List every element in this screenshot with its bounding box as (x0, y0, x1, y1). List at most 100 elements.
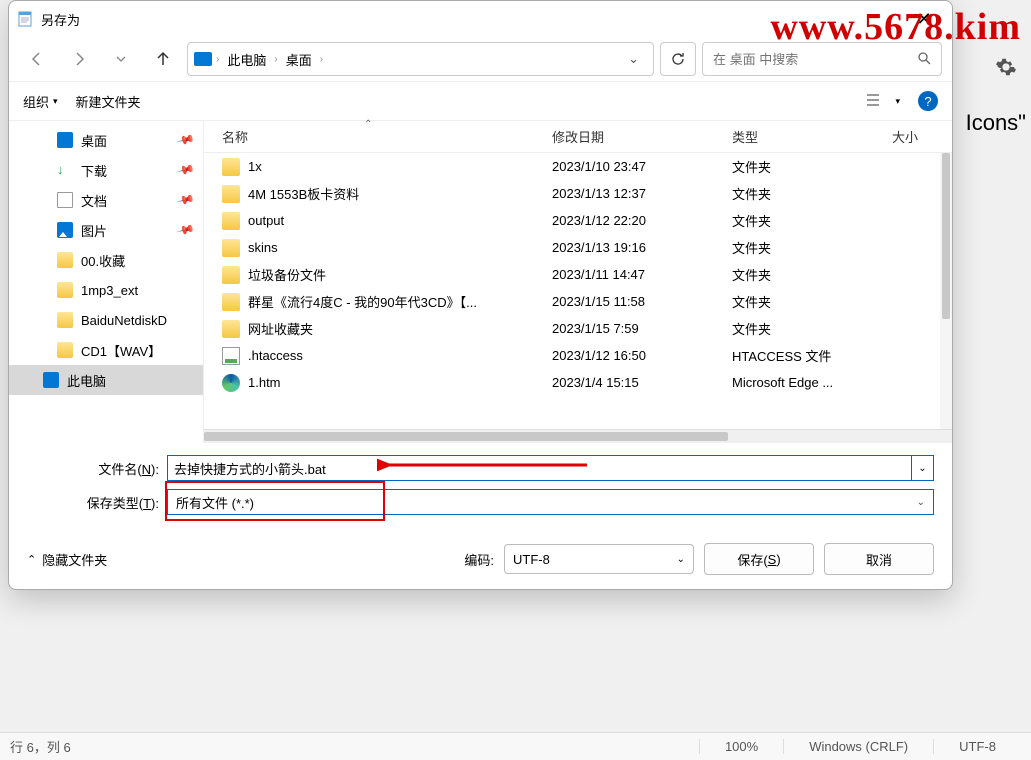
filetype-select[interactable]: 所有文件 (*.*) ⌄ (167, 489, 934, 515)
file-date: 2023/1/12 16:50 (552, 348, 732, 363)
file-h-icon (222, 347, 240, 365)
fold-icon (57, 312, 73, 328)
chevron-down-icon: ⌄ (917, 497, 925, 508)
pin-icon: 📌 (176, 220, 196, 240)
file-row[interactable]: skins 2023/1/13 19:16文件夹 (204, 234, 952, 261)
chevron-right-icon: › (274, 54, 277, 65)
forward-button[interactable] (61, 41, 97, 77)
file-date: 2023/1/11 14:47 (552, 267, 732, 282)
search-input[interactable] (713, 52, 917, 67)
help-button[interactable]: ? (918, 91, 938, 111)
folder-icon (222, 185, 240, 203)
encoding-select[interactable]: UTF-8 ⌄ (504, 544, 694, 574)
fold-icon (57, 252, 73, 268)
file-row[interactable]: 1.htm2023/1/4 15:15Microsoft Edge ... (204, 369, 952, 396)
file-type: HTACCESS 文件 (732, 346, 892, 365)
breadcrumb-desktop[interactable]: 桌面 (282, 50, 316, 69)
sidebar-item-5[interactable]: 1mp3_ext (9, 275, 203, 305)
save-button[interactable]: 保存(S) (704, 543, 814, 575)
chevron-right-icon: › (216, 54, 219, 65)
folder-icon (222, 212, 240, 230)
file-name: skins (248, 240, 278, 255)
sidebar-item-2[interactable]: 文档📌 (9, 185, 203, 215)
filename-input[interactable] (167, 455, 912, 481)
filetype-label: 保存类型(T): (27, 493, 167, 512)
view-menu-icon[interactable] (865, 92, 887, 111)
folder-icon (222, 293, 240, 311)
column-name[interactable]: 名称 (222, 127, 552, 146)
organize-menu[interactable]: 组织 ▾ (23, 92, 58, 111)
pc-icon (194, 52, 212, 66)
view-dropdown[interactable]: ▾ (895, 96, 900, 107)
file-date: 2023/1/10 23:47 (552, 159, 732, 174)
save-as-dialog: 另存为 ✕ › 此电脑 › 桌面 › ⌄ 组织 ▾ 新建文件夹 ▾ (8, 0, 953, 590)
search-icon (917, 51, 931, 68)
refresh-button[interactable] (660, 42, 696, 76)
back-button[interactable] (19, 41, 55, 77)
pc-icon (43, 372, 59, 388)
column-type[interactable]: 类型 (732, 127, 892, 146)
file-row[interactable]: .htaccess 2023/1/12 16:50HTACCESS 文件 (204, 342, 952, 369)
file-row[interactable]: 群星《流行4度C - 我的90年代3CD》【...2023/1/15 11:58… (204, 288, 952, 315)
status-bar: 行 6，列 6 100% Windows (CRLF) UTF-8 (0, 732, 1031, 760)
column-date[interactable]: 修改日期 (552, 127, 732, 146)
recent-dropdown[interactable] (103, 41, 139, 77)
dialog-footer: ⌃ 隐藏文件夹 编码: UTF-8 ⌄ 保存(S) 取消 (9, 531, 952, 589)
chevron-up-icon: ⌃ (27, 553, 36, 566)
sidebar-item-1[interactable]: ↓ 下载 📌 (9, 155, 203, 185)
file-name: .htaccess (248, 348, 303, 363)
file-date: 2023/1/13 12:37 (552, 186, 732, 201)
vertical-scrollbar[interactable] (940, 153, 952, 429)
file-date: 2023/1/12 22:20 (552, 213, 732, 228)
folder-icon (222, 266, 240, 284)
horizontal-scrollbar[interactable] (204, 429, 952, 443)
new-folder-button[interactable]: 新建文件夹 (76, 92, 141, 111)
file-row[interactable]: 1x2023/1/10 23:47文件夹 (204, 153, 952, 180)
folder-icon (222, 320, 240, 338)
desk-icon (57, 132, 73, 148)
address-bar[interactable]: › 此电脑 › 桌面 › ⌄ (187, 42, 654, 76)
sidebar-item-8[interactable]: 此电脑 (9, 365, 203, 395)
status-zoom: 100% (699, 739, 783, 754)
breadcrumb-pc[interactable]: 此电脑 (223, 50, 270, 69)
sidebar-item-6[interactable]: BaiduNetdiskD (9, 305, 203, 335)
file-name: 垃圾备份文件 (248, 265, 326, 284)
chevron-right-icon: › (320, 54, 323, 65)
column-headers: ⌃ 名称 修改日期 类型 大小 (204, 121, 952, 153)
file-type: Microsoft Edge ... (732, 375, 892, 390)
cancel-button[interactable]: 取消 (824, 543, 934, 575)
sidebar-item-7[interactable]: CD1【WAV】 (9, 335, 203, 365)
fold-icon (57, 342, 73, 358)
sidebar-item-label: 00.收藏 (81, 251, 125, 270)
folder-icon (222, 239, 240, 257)
file-type: 文件夹 (732, 238, 892, 257)
doc-icon (57, 192, 73, 208)
filename-dropdown[interactable]: ⌄ (912, 455, 934, 481)
notepad-icon (17, 11, 33, 27)
sidebar-item-0[interactable]: 桌面📌 (9, 125, 203, 155)
sidebar-item-label: 下载 (81, 161, 107, 180)
background-text: Icons" (966, 110, 1026, 136)
gear-icon[interactable] (995, 56, 1017, 78)
sidebar-item-label: 图片 (81, 221, 107, 240)
hide-folders-toggle[interactable]: ⌃ 隐藏文件夹 (27, 550, 107, 569)
file-row[interactable]: output2023/1/12 22:20文件夹 (204, 207, 952, 234)
address-dropdown[interactable]: ⌄ (620, 51, 647, 67)
file-type: 文件夹 (732, 319, 892, 338)
sidebar-item-3[interactable]: 图片 📌 (9, 215, 203, 245)
up-button[interactable] (145, 41, 181, 77)
file-date: 2023/1/15 7:59 (552, 321, 732, 336)
sidebar-item-4[interactable]: 00.收藏 (9, 245, 203, 275)
chevron-down-icon: ⌄ (677, 554, 685, 565)
file-row[interactable]: 垃圾备份文件2023/1/11 14:47文件夹 (204, 261, 952, 288)
file-date: 2023/1/13 19:16 (552, 240, 732, 255)
sidebar-item-label: 1mp3_ext (81, 283, 138, 298)
column-size[interactable]: 大小 (892, 127, 952, 146)
sidebar-item-label: 文档 (81, 191, 107, 210)
file-row[interactable]: 4M 1553B板卡资料2023/1/13 12:37文件夹 (204, 180, 952, 207)
down-icon: ↓ (57, 162, 73, 178)
file-row[interactable]: 网址收藏夹2023/1/15 7:59文件夹 (204, 315, 952, 342)
encoding-label: 编码: (464, 550, 494, 569)
status-eol: Windows (CRLF) (783, 739, 933, 754)
pin-icon: 📌 (176, 160, 196, 180)
